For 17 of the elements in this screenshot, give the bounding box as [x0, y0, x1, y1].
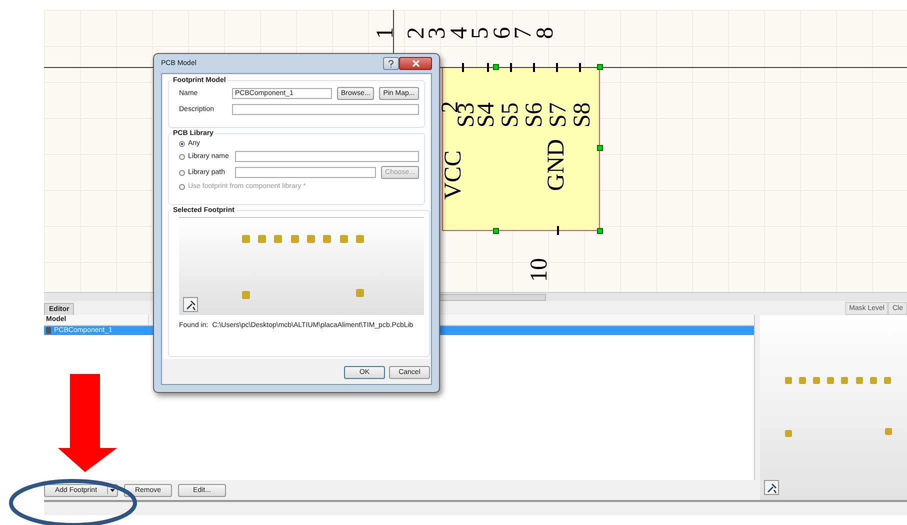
pin-number: 2: [408, 27, 426, 39]
pin-name: GND: [548, 139, 566, 191]
pin-number: 8: [538, 27, 554, 39]
pin-number: 6: [494, 27, 512, 39]
pin-name: VCC: [446, 150, 462, 200]
pin-name: S8: [574, 102, 592, 128]
pin-number: 7: [516, 27, 532, 39]
pin-number: 10: [532, 258, 548, 282]
pin-name: S4: [478, 102, 496, 128]
pin-name: S3: [458, 102, 476, 128]
pin-number: 1: [378, 27, 394, 39]
pin-name: S7: [550, 102, 568, 128]
pin-name: S6: [526, 102, 544, 128]
pin-number: 3: [430, 27, 446, 39]
pin-number: 5: [472, 27, 490, 39]
pin-number: 4: [452, 27, 468, 39]
pin-name: S5: [502, 102, 520, 128]
